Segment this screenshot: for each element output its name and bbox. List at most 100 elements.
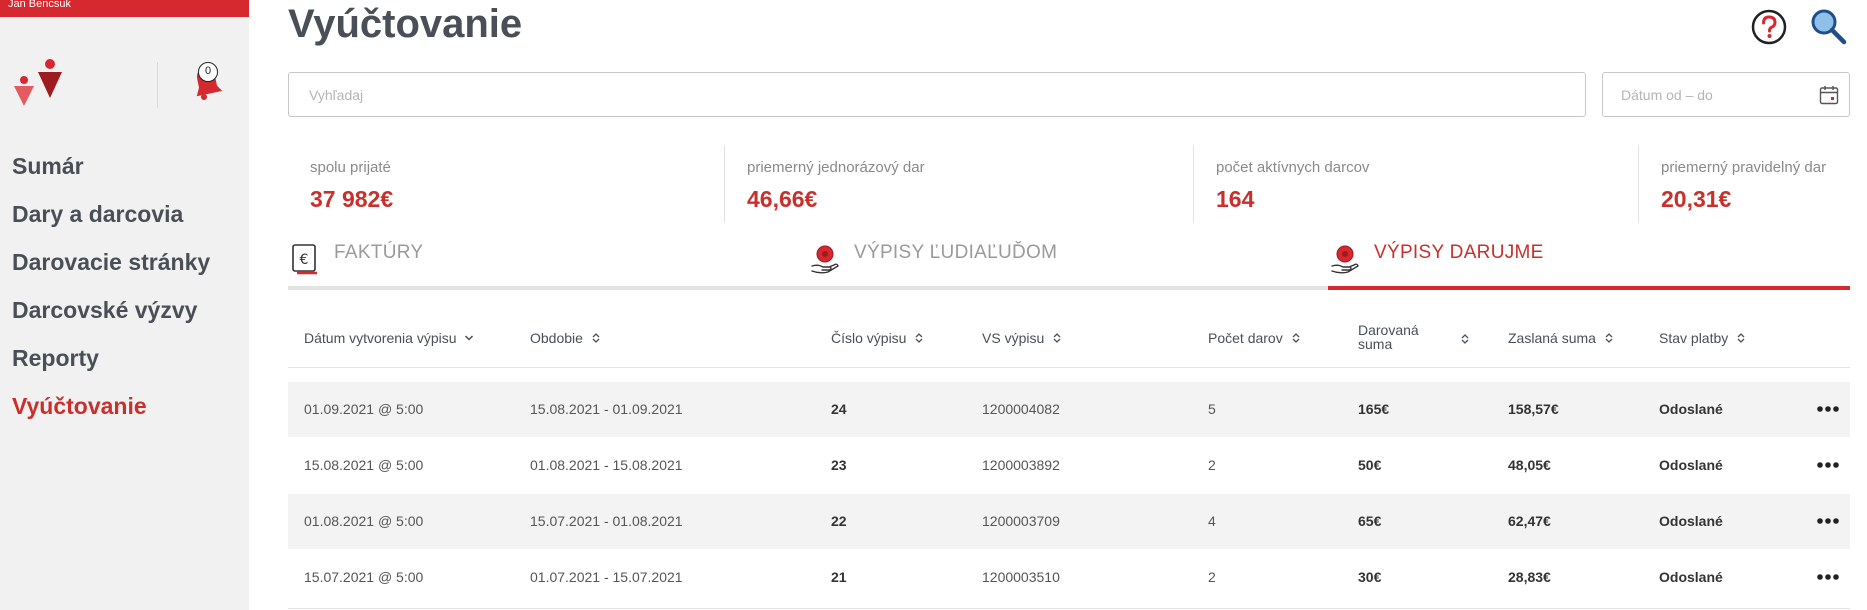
svg-text:€: € — [300, 252, 309, 268]
cell-created-date: 15.08.2021 @ 5:00 — [304, 457, 424, 473]
tab-vypisy-darujme[interactable]: VÝPISY DARUJME — [1328, 232, 1850, 290]
cell-sent-sum: 48,05€ — [1508, 457, 1551, 473]
cell-period: 15.07.2021 - 01.08.2021 — [530, 513, 683, 529]
stat-label: priemerný pravidelný dar — [1661, 159, 1827, 176]
sidebar-item-darovacie-stranky[interactable]: Darovacie stránky — [12, 244, 210, 292]
invoice-euro-icon: € — [292, 244, 317, 275]
darujme-logo-icon[interactable] — [12, 58, 68, 110]
stat-value: 164 — [1216, 186, 1255, 212]
column-header-created-date[interactable]: Dátum vytvorenia výpisu — [304, 330, 474, 346]
hand-coin-icon — [811, 245, 839, 274]
column-header-donation-count[interactable]: Počet darov — [1208, 330, 1300, 346]
sidebar-item-sumar[interactable]: Sumár — [12, 148, 210, 196]
date-range-field[interactable]: Dátum od – do — [1602, 72, 1850, 117]
cell-period: 01.08.2021 - 15.08.2021 — [530, 457, 683, 473]
table-row[interactable]: 15.08.2021 @ 5:00 01.08.2021 - 15.08.202… — [288, 438, 1850, 493]
cell-vs: 1200003709 — [982, 513, 1060, 529]
stat-value: 20,31€ — [1661, 186, 1732, 212]
sidebar-item-reporty[interactable]: Reporty — [12, 340, 210, 388]
cell-period: 15.08.2021 - 01.09.2021 — [530, 401, 683, 417]
sidebar-item-dary-a-darcovia[interactable]: Dary a darcovia — [12, 196, 210, 244]
hand-coin-icon — [1331, 245, 1359, 274]
column-header-period[interactable]: Obdobie — [530, 330, 600, 346]
app-root: Jan Bencsuk 0 Sumár Dary a darcovia Daro… — [0, 0, 1867, 610]
sidebar: Jan Bencsuk 0 Sumár Dary a darcovia Daro… — [0, 0, 249, 610]
more-options-icon[interactable] — [1816, 514, 1840, 528]
cell-donated-sum: 30€ — [1358, 569, 1382, 585]
stats-bar: spolu prijaté 37 982€ priemerný jednoráz… — [288, 145, 1867, 223]
more-options-icon[interactable] — [1816, 402, 1840, 416]
stat-avg-one-time: priemerný jednorázový dar 46,66€ — [725, 145, 1193, 223]
column-header-statement-number[interactable]: Číslo výpisu — [831, 330, 923, 346]
cell-donated-sum: 65€ — [1358, 513, 1382, 529]
cell-created-date: 01.09.2021 @ 5:00 — [304, 401, 424, 417]
column-header-label: Zaslaná suma — [1508, 330, 1596, 346]
table-row[interactable]: 01.08.2021 @ 5:00 15.07.2021 - 01.08.202… — [288, 494, 1850, 549]
stat-label: počet aktívnych darcov — [1216, 159, 1370, 176]
sort-icon — [1292, 333, 1300, 343]
column-header-label: Dátum vytvorenia výpisu — [304, 330, 457, 346]
cell-payment-status: Odoslané — [1659, 457, 1723, 473]
sort-icon — [1053, 333, 1061, 343]
notification-count-badge: 0 — [198, 62, 218, 82]
table-header: Dátum vytvorenia výpisu Obdobie Číslo vý… — [288, 310, 1850, 368]
cell-payment-status: Odoslané — [1659, 513, 1723, 529]
cell-payment-status: Odoslané — [1659, 401, 1723, 417]
cell-statement-number: 24 — [831, 401, 847, 417]
column-header-label: Číslo výpisu — [831, 330, 907, 346]
cell-sent-sum: 62,47€ — [1508, 513, 1551, 529]
sort-icon[interactable] — [1460, 333, 1470, 345]
column-header-label: Počet darov — [1208, 330, 1283, 346]
cell-donation-count: 2 — [1208, 457, 1216, 473]
column-header-donated-sum[interactable]: Darovaná suma — [1358, 323, 1428, 351]
cell-vs: 1200004082 — [982, 401, 1060, 417]
column-header-label: Obdobie — [530, 330, 583, 346]
tab-label: VÝPISY ĽUDIAĽUĎOM — [854, 242, 1058, 263]
tabs-bar: € FAKTÚRY VÝPISY ĽUDIAĽUĎOM VÝPISY DARUJ… — [288, 232, 1850, 292]
cell-donation-count: 4 — [1208, 513, 1216, 529]
sort-icon — [915, 333, 923, 343]
search-icon[interactable] — [1808, 6, 1848, 46]
cell-donation-count: 5 — [1208, 401, 1216, 417]
cell-vs: 1200003510 — [982, 569, 1060, 585]
tab-label: VÝPISY DARUJME — [1374, 242, 1544, 263]
cell-donation-count: 2 — [1208, 569, 1216, 585]
cell-statement-number: 22 — [831, 513, 847, 529]
tab-label: FAKTÚRY — [334, 242, 424, 263]
sort-icon — [1605, 333, 1613, 343]
cell-statement-number: 21 — [831, 569, 847, 585]
calendar-icon[interactable] — [1819, 85, 1839, 105]
table-row[interactable]: 15.07.2021 @ 5:00 01.07.2021 - 15.07.202… — [288, 550, 1850, 605]
cell-donated-sum: 50€ — [1358, 457, 1382, 473]
stat-label: spolu prijaté — [310, 159, 391, 176]
sidebar-user-name: Jan Bencsuk — [8, 0, 71, 10]
tab-vypisy-ludialudom[interactable]: VÝPISY ĽUDIAĽUĎOM — [808, 232, 1328, 290]
stat-value: 37 982€ — [310, 186, 394, 212]
sidebar-item-vyuctovanie[interactable]: Vyúčtovanie — [12, 388, 210, 436]
cell-sent-sum: 158,57€ — [1508, 401, 1559, 417]
sidebar-user-bar[interactable]: Jan Bencsuk — [0, 0, 249, 17]
chevron-down-icon — [465, 335, 474, 341]
column-header-vs[interactable]: VS výpisu — [982, 330, 1061, 346]
column-header-label: Darovaná suma — [1358, 322, 1419, 352]
column-header-label: Stav platby — [1659, 330, 1729, 346]
column-header-sent-sum[interactable]: Zaslaná suma — [1508, 330, 1613, 346]
table-bottom-border — [288, 608, 1850, 609]
stat-label: priemerný jednorázový dar — [747, 159, 925, 176]
column-header-payment-status[interactable]: Stav platby — [1659, 330, 1745, 346]
column-header-label: VS výpisu — [982, 330, 1045, 346]
sort-icon — [592, 333, 600, 343]
cell-period: 01.07.2021 - 15.07.2021 — [530, 569, 683, 585]
help-icon[interactable] — [1750, 8, 1788, 46]
more-options-icon[interactable] — [1816, 458, 1840, 472]
cell-vs: 1200003892 — [982, 457, 1060, 473]
cell-sent-sum: 28,83€ — [1508, 569, 1551, 585]
tabs-active-indicator — [1328, 286, 1850, 290]
table-row[interactable]: 01.09.2021 @ 5:00 15.08.2021 - 01.09.202… — [288, 382, 1850, 437]
more-options-icon[interactable] — [1816, 570, 1840, 584]
cell-statement-number: 23 — [831, 457, 847, 473]
sidebar-item-darcovske-vyzvy[interactable]: Darcovské výzvy — [12, 292, 210, 340]
search-input[interactable] — [288, 72, 1586, 117]
stat-total-received: spolu prijaté 37 982€ — [288, 145, 724, 223]
tab-faktury[interactable]: € FAKTÚRY — [288, 232, 808, 290]
